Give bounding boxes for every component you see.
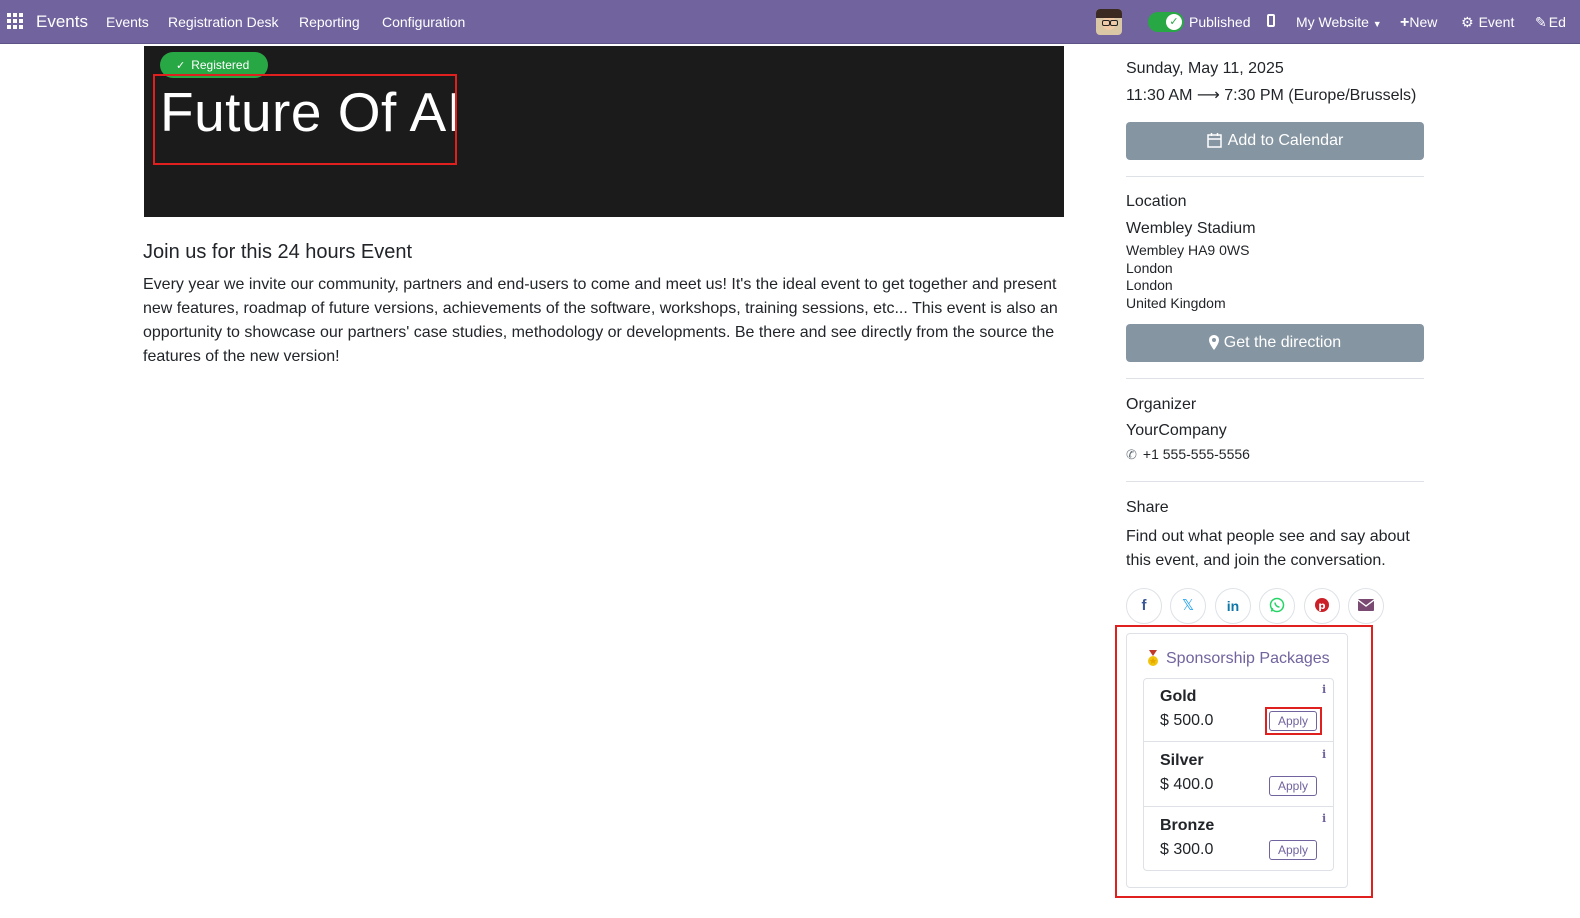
event-label: Event (1478, 14, 1515, 30)
divider (1126, 378, 1424, 379)
phone-icon: ✆ (1126, 447, 1137, 462)
add-to-calendar-button[interactable]: Add to Calendar (1126, 122, 1424, 160)
registered-label: Registered (191, 58, 250, 72)
time-end: 7:30 PM (Europe/Brussels) (1224, 87, 1417, 104)
highlight-sponsorship-section (1115, 625, 1373, 898)
address-line-4: United Kingdom (1126, 295, 1226, 311)
top-navbar: Events Events Registration Desk Reportin… (0, 0, 1580, 44)
edit-button[interactable]: ✎ Ed (1535, 14, 1566, 31)
new-button[interactable]: +New (1400, 14, 1437, 32)
divider (1126, 481, 1424, 482)
share-description: Find out what people see and say about t… (1126, 528, 1410, 569)
edit-label: Ed (1548, 14, 1566, 30)
new-label: New (1409, 14, 1438, 30)
linkedin-icon[interactable]: in (1215, 588, 1251, 624)
plus-icon: + (1400, 14, 1410, 31)
pencil-icon: ✎ (1535, 14, 1547, 30)
svg-text:p: p (1318, 601, 1325, 612)
map-marker-icon (1208, 335, 1219, 350)
published-toggle[interactable]: ✓ (1148, 12, 1184, 32)
get-direction-button[interactable]: Get the direction (1126, 324, 1424, 362)
direction-label: Get the direction (1223, 334, 1342, 351)
gear-icon: ⚙ (1461, 14, 1474, 30)
time-start: 11:30 AM (1126, 87, 1193, 104)
arrow-right-icon: ⟶ (1196, 87, 1220, 104)
event-date: Sunday, May 11, 2025 (1126, 60, 1284, 77)
website-selector[interactable]: My Website ▼ (1296, 14, 1382, 30)
address-line-1: Wembley HA9 0WS (1126, 242, 1250, 258)
x-twitter-icon[interactable]: 𝕏 (1170, 588, 1206, 624)
caret-down-icon: ▼ (1372, 19, 1382, 29)
app-title[interactable]: Events (36, 12, 88, 32)
whatsapp-icon[interactable] (1259, 588, 1295, 624)
check-icon: ✓ (1166, 14, 1182, 30)
pinterest-icon[interactable]: p (1304, 588, 1340, 624)
facebook-icon[interactable]: f (1126, 588, 1162, 624)
organizer-phone: ✆ +1 555-555-5556 (1126, 446, 1250, 463)
email-icon[interactable] (1348, 588, 1384, 624)
divider (1126, 176, 1424, 177)
event-time: 11:30 AM ⟶ 7:30 PM (Europe/Brussels) (1126, 85, 1416, 105)
phone-number: +1 555-555-5556 (1142, 446, 1250, 462)
event-description: Every year we invite our community, part… (143, 276, 1058, 365)
share-label: Share (1126, 499, 1169, 516)
mobile-preview-icon[interactable] (1267, 14, 1275, 27)
user-avatar[interactable] (1096, 9, 1122, 35)
menu-events[interactable]: Events (106, 14, 149, 30)
venue-name: Wembley Stadium (1126, 220, 1256, 237)
organizer-name: YourCompany (1126, 422, 1227, 439)
event-settings-button[interactable]: ⚙ Event (1461, 14, 1514, 31)
calendar-icon (1206, 133, 1222, 148)
organizer-label: Organizer (1126, 396, 1197, 413)
location-label: Location (1126, 193, 1187, 210)
address-line-2: London (1126, 260, 1173, 276)
highlight-event-title (153, 74, 457, 165)
apps-menu-icon[interactable] (6, 12, 24, 30)
event-subheading: Join us for this 24 hours Event (143, 241, 413, 263)
menu-reporting[interactable]: Reporting (299, 14, 360, 30)
check-icon: ✓ (176, 60, 186, 72)
add-calendar-label: Add to Calendar (1227, 132, 1344, 149)
website-label: My Website (1296, 14, 1369, 30)
menu-configuration[interactable]: Configuration (382, 14, 465, 30)
menu-registration-desk[interactable]: Registration Desk (168, 14, 279, 30)
published-label[interactable]: Published (1189, 14, 1251, 30)
address-line-3: London (1126, 277, 1173, 293)
